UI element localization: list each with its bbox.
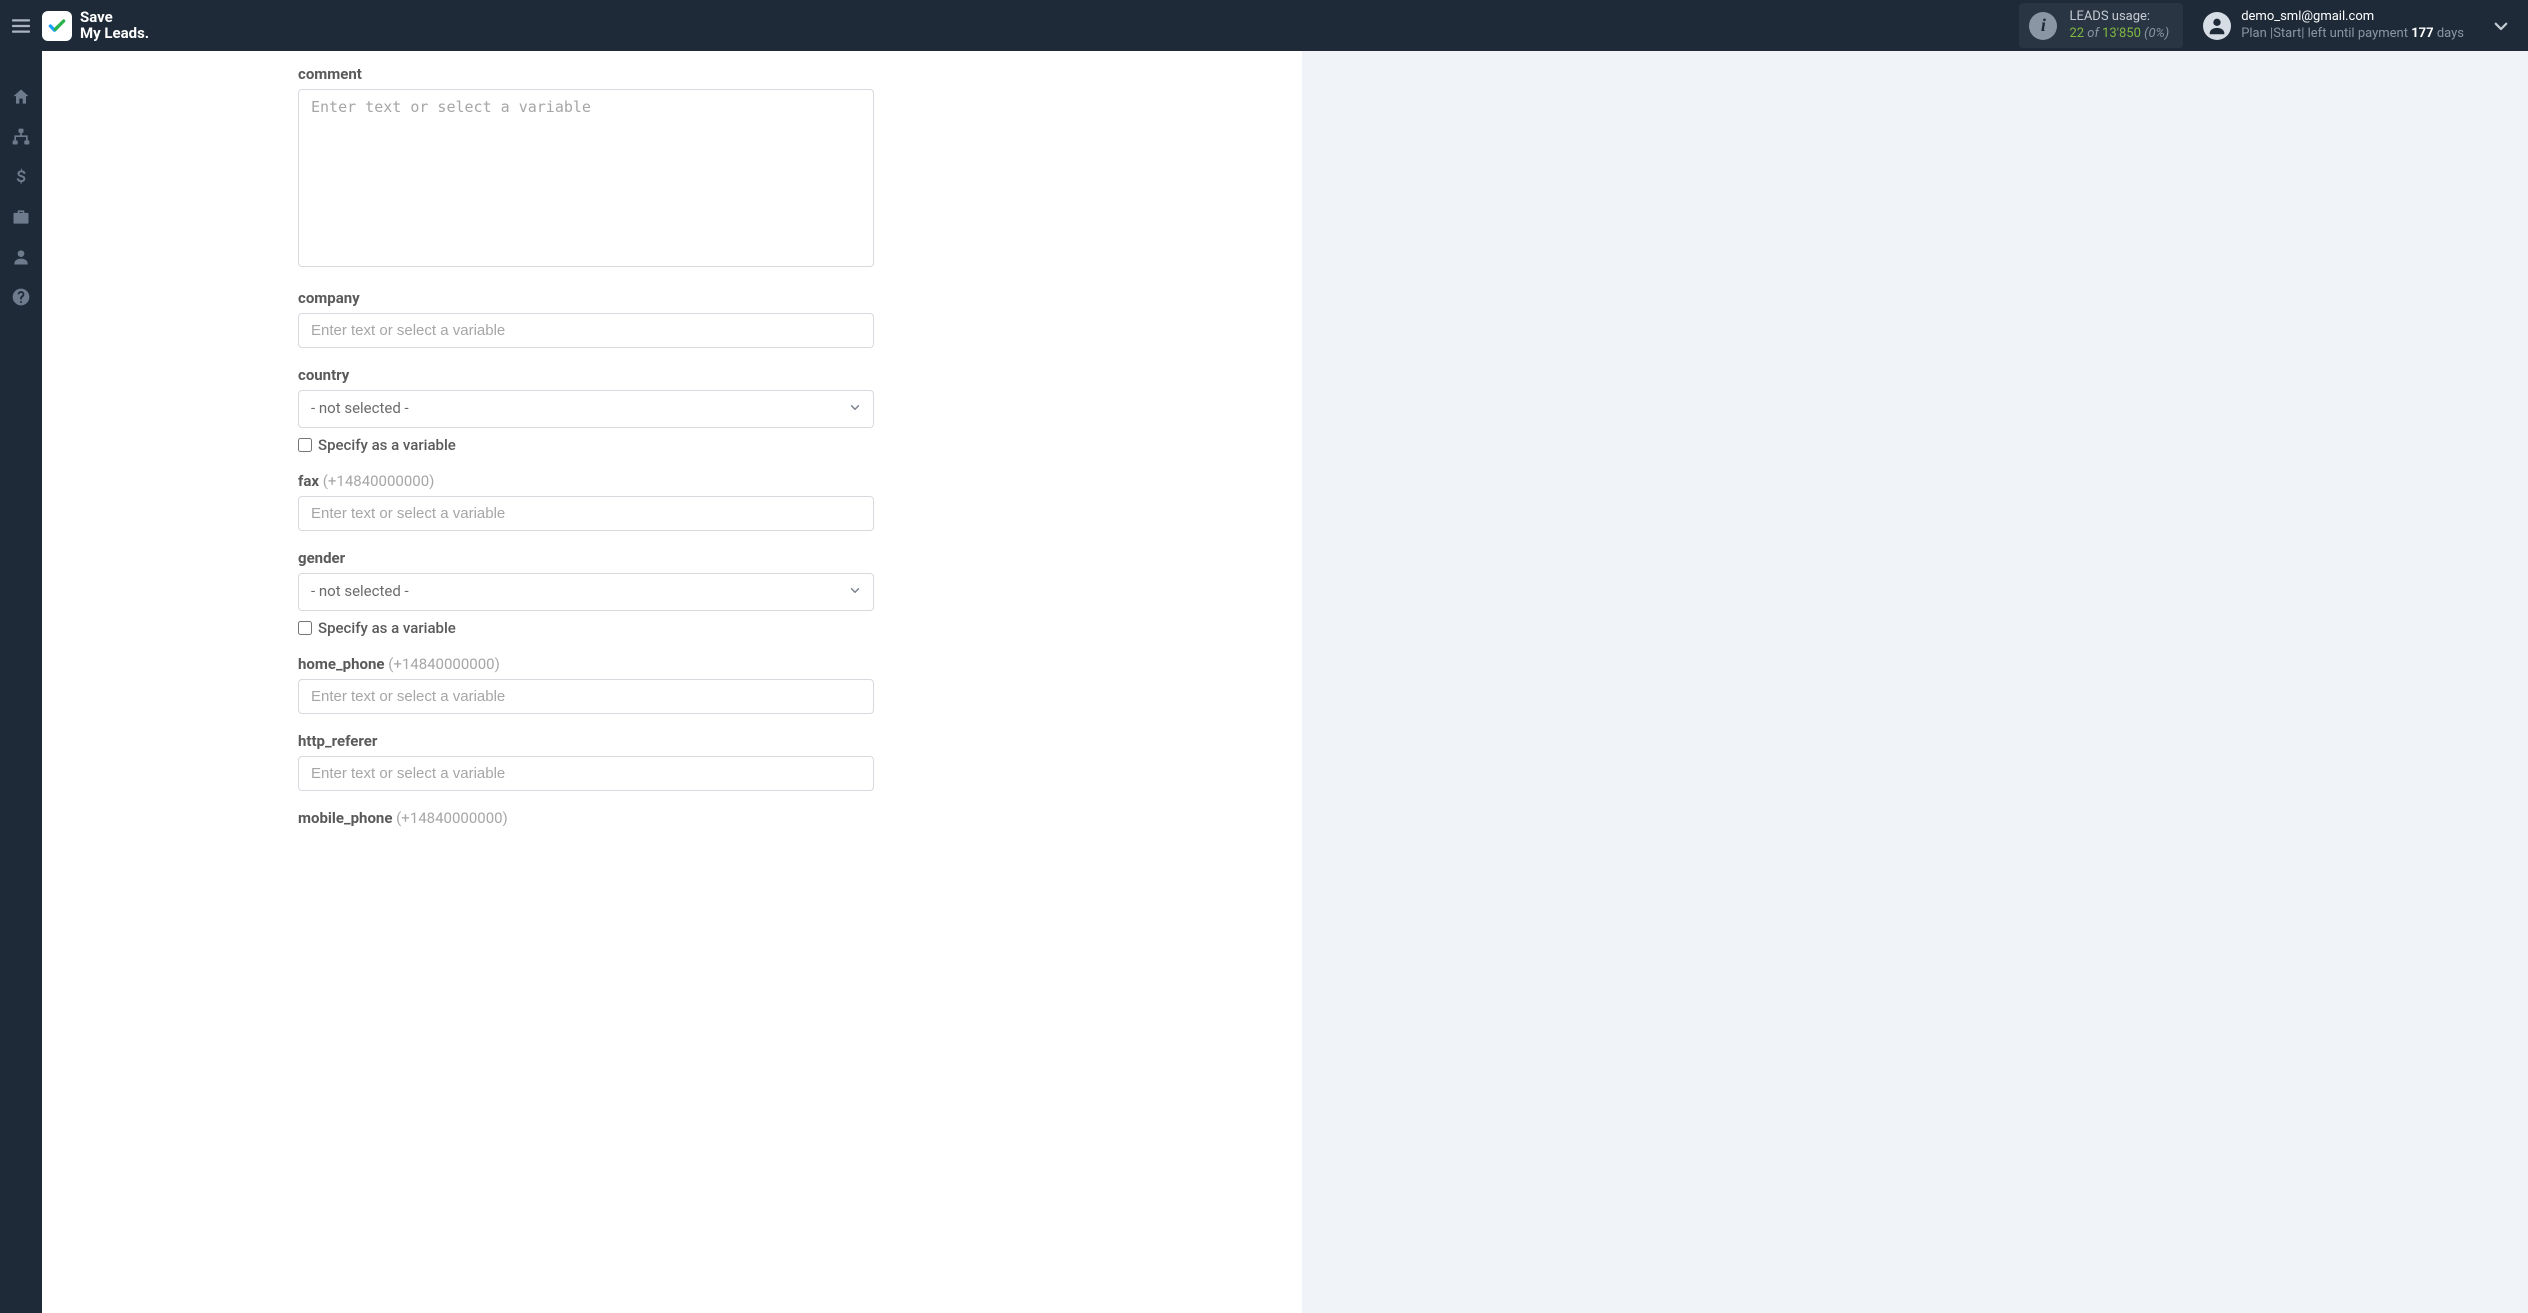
leads-usage-badge[interactable]: i LEADS usage: 22 of 13'850 (0%) — [2019, 3, 2183, 48]
plan-suffix: days — [2434, 26, 2464, 41]
user-plan: Plan |Start| left until payment 177 days — [2241, 26, 2464, 42]
field-comment: comment — [298, 65, 874, 271]
brand-mark — [42, 11, 72, 41]
label-home-phone-text: home_phone — [298, 655, 384, 673]
field-http-referer: http_referer — [298, 732, 874, 791]
header-collapse[interactable] — [2492, 17, 2510, 35]
input-fax[interactable] — [298, 496, 874, 531]
label-mobile-phone-text: mobile_phone — [298, 809, 392, 827]
main: comment company country - not selected - — [42, 51, 2528, 1313]
label-fax-text: fax — [298, 472, 319, 490]
field-home-phone: home_phone (+14840000000) — [298, 655, 874, 714]
brand-text: Save My Leads. — [80, 10, 149, 42]
check-label: Specify as a variable — [318, 619, 456, 637]
user-email: demo_sml@gmail.com — [2241, 9, 2464, 25]
check-label: Specify as a variable — [318, 436, 456, 454]
select-country[interactable]: - not selected - — [298, 390, 874, 428]
sidebar — [0, 51, 42, 1313]
chevron-down-icon — [2492, 17, 2510, 35]
leads-pct: (0%) — [2144, 26, 2169, 41]
label-company: company — [298, 289, 874, 307]
leads-usage-text: LEADS usage: 22 of 13'850 (0%) — [2069, 9, 2169, 42]
app-header: Save My Leads. i LEADS usage: 22 of 13'8… — [0, 0, 2528, 51]
checkbox-gender-variable[interactable] — [298, 621, 312, 635]
plan-days: 177 — [2411, 26, 2433, 41]
field-fax: fax (+14840000000) — [298, 472, 874, 531]
input-home-phone[interactable] — [298, 679, 874, 714]
help-icon — [11, 287, 31, 307]
label-fax: fax (+14840000000) — [298, 472, 874, 490]
sidebar-item-home[interactable] — [0, 77, 42, 117]
label-fax-hint: (+14840000000) — [323, 472, 435, 490]
info-icon: i — [2029, 12, 2057, 40]
user-solid-icon — [11, 247, 31, 267]
label-gender: gender — [298, 549, 874, 567]
briefcase-icon — [11, 207, 31, 227]
check-icon — [47, 16, 67, 36]
leads-of: of — [2087, 26, 2099, 41]
label-country: country — [298, 366, 874, 384]
leads-usage-title: LEADS usage: — [2069, 9, 2169, 25]
input-comment[interactable] — [298, 89, 874, 267]
label-comment: comment — [298, 65, 874, 83]
brand[interactable]: Save My Leads. — [42, 10, 149, 42]
hamburger-icon — [11, 17, 31, 35]
avatar — [2203, 12, 2231, 40]
checkbox-country-variable[interactable] — [298, 438, 312, 452]
field-country: country - not selected - Specify as a va… — [298, 366, 874, 454]
sidebar-item-help[interactable] — [0, 277, 42, 317]
leads-total: 13'850 — [2102, 26, 2141, 41]
user-menu[interactable]: demo_sml@gmail.com Plan |Start| left unt… — [2203, 9, 2464, 42]
home-icon — [11, 87, 31, 107]
sitemap-icon — [11, 127, 31, 147]
field-gender: gender - not selected - Specify as a var… — [298, 549, 874, 637]
menu-toggle[interactable] — [0, 0, 42, 51]
sidebar-item-profile[interactable] — [0, 237, 42, 277]
input-http-referer[interactable] — [298, 756, 874, 791]
sidebar-item-connections[interactable] — [0, 117, 42, 157]
select-gender[interactable]: - not selected - — [298, 573, 874, 611]
form-card: comment company country - not selected - — [42, 51, 1302, 1313]
user-info: demo_sml@gmail.com Plan |Start| left unt… — [2241, 9, 2464, 42]
brand-line2: My Leads. — [80, 26, 149, 42]
input-company[interactable] — [298, 313, 874, 348]
label-home-phone: home_phone (+14840000000) — [298, 655, 874, 673]
field-mobile-phone: mobile_phone (+14840000000) — [298, 809, 874, 827]
label-mobile-phone-hint: (+14840000000) — [396, 809, 508, 827]
sidebar-item-briefcase[interactable] — [0, 197, 42, 237]
label-mobile-phone: mobile_phone (+14840000000) — [298, 809, 874, 827]
leads-used: 22 — [2069, 26, 2084, 41]
field-company: company — [298, 289, 874, 348]
dollar-icon — [11, 167, 31, 187]
sidebar-item-billing[interactable] — [0, 157, 42, 197]
plan-prefix: Plan |Start| left until payment — [2241, 26, 2411, 41]
check-country-variable[interactable]: Specify as a variable — [298, 436, 874, 454]
user-icon — [2206, 15, 2228, 37]
check-gender-variable[interactable]: Specify as a variable — [298, 619, 874, 637]
label-http-referer: http_referer — [298, 732, 874, 750]
label-home-phone-hint: (+14840000000) — [388, 655, 500, 673]
